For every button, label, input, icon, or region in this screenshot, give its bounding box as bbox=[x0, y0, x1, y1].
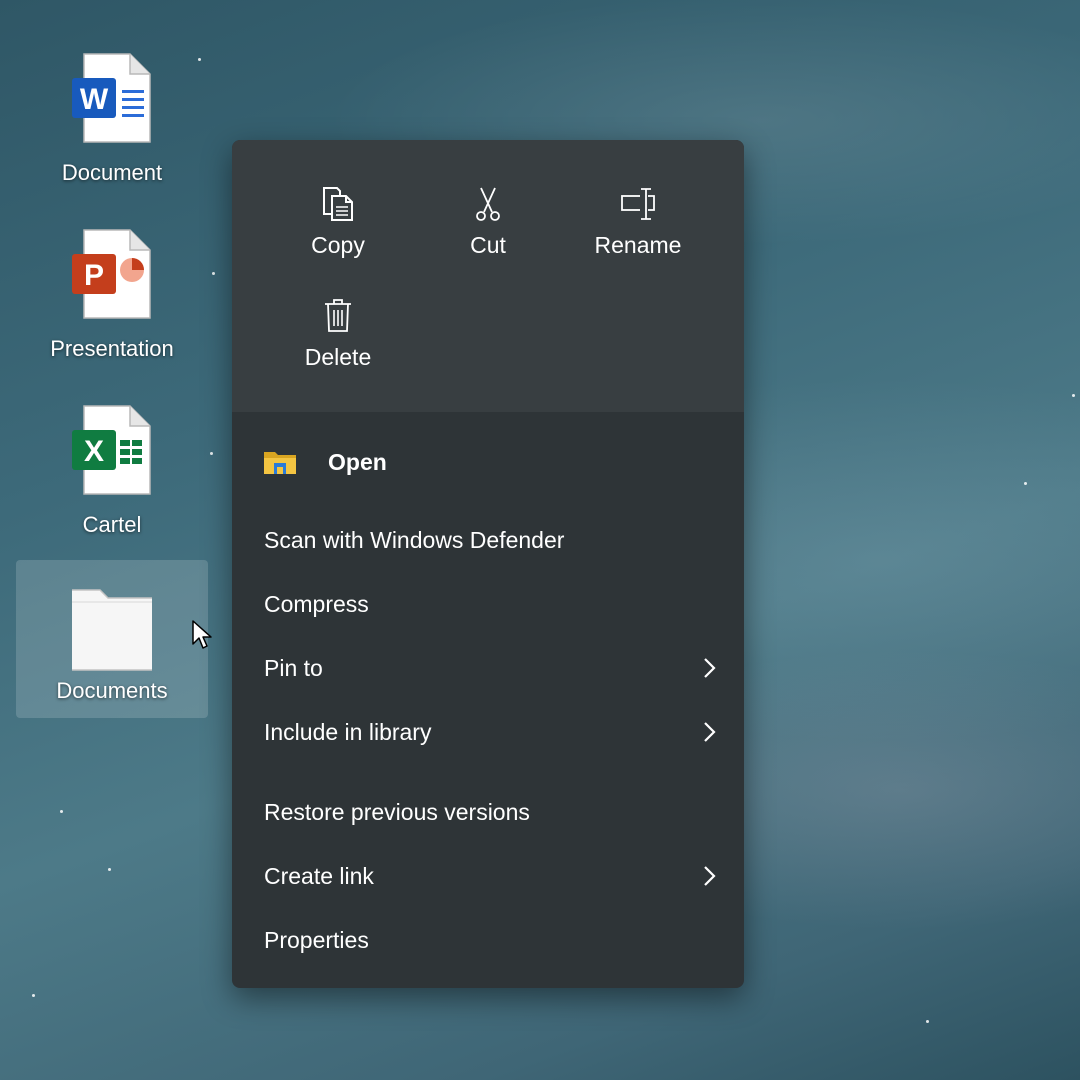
star-decoration bbox=[210, 452, 213, 455]
desktop-icon-presentation[interactable]: P Presentation bbox=[16, 218, 208, 376]
menu-item-label: Compress bbox=[264, 591, 369, 617]
delete-button[interactable]: Delete bbox=[263, 298, 413, 394]
desktop-icon-document[interactable]: W Document bbox=[16, 42, 208, 200]
context-menu: Copy Cut Rename Delete Open Scan with Wi… bbox=[232, 140, 744, 988]
mouse-cursor-icon bbox=[192, 620, 212, 649]
menu-item-label: Pin to bbox=[264, 655, 323, 681]
desktop-icon-label: Documents bbox=[56, 678, 168, 703]
scissors-icon bbox=[476, 187, 500, 221]
menu-item-pin-to[interactable]: Pin to bbox=[232, 640, 744, 696]
trash-icon bbox=[325, 299, 351, 332]
menu-item-restore-previous-versions[interactable]: Restore previous versions bbox=[232, 784, 744, 840]
delete-label: Delete bbox=[304, 344, 372, 370]
chevron-right-icon bbox=[704, 866, 716, 886]
chevron-right-icon bbox=[704, 722, 716, 742]
copy-icon bbox=[323, 187, 353, 221]
star-decoration bbox=[212, 272, 215, 275]
menu-item-label: Open bbox=[328, 449, 387, 475]
desktop-icon-cartel[interactable]: X Cartel bbox=[16, 394, 208, 552]
rename-icon bbox=[621, 188, 656, 220]
svg-text:X: X bbox=[84, 435, 104, 468]
svg-text:P: P bbox=[84, 259, 104, 292]
menu-item-label: Scan with Windows Defender bbox=[264, 527, 565, 553]
desktop-icon-documents-folder[interactable]: Documents bbox=[16, 560, 208, 718]
cut-button[interactable]: Cut bbox=[413, 186, 563, 282]
menu-item-scan-windows-defender[interactable]: Scan with Windows Defender bbox=[232, 512, 744, 568]
file-explorer-icon bbox=[264, 452, 296, 474]
excel-file-icon: X bbox=[72, 405, 151, 495]
menu-item-label: Restore previous versions bbox=[264, 799, 530, 825]
folder-icon bbox=[72, 589, 152, 671]
rename-button[interactable]: Rename bbox=[563, 186, 713, 282]
svg-text:W: W bbox=[80, 83, 109, 116]
menu-item-open[interactable]: Open bbox=[232, 434, 744, 490]
menu-item-label: Create link bbox=[264, 863, 374, 889]
menu-item-create-link[interactable]: Create link bbox=[232, 848, 744, 904]
powerpoint-file-icon: P bbox=[72, 229, 151, 319]
star-decoration bbox=[1072, 394, 1075, 397]
star-decoration bbox=[108, 868, 111, 871]
star-decoration bbox=[926, 1020, 929, 1023]
desktop-icon-label: Presentation bbox=[50, 336, 174, 361]
cut-label: Cut bbox=[470, 232, 506, 258]
desktop-icon-label: Cartel bbox=[82, 512, 142, 537]
desktop: W Document P Presentation X Cartel Docum… bbox=[0, 0, 1080, 1080]
star-decoration bbox=[32, 994, 35, 997]
desktop-icon-label: Document bbox=[61, 160, 163, 185]
menu-item-properties[interactable]: Properties bbox=[232, 912, 744, 968]
menu-item-label: Include in library bbox=[264, 719, 432, 745]
quick-actions-bar: Copy Cut Rename Delete bbox=[232, 140, 744, 412]
star-decoration bbox=[1024, 482, 1027, 485]
menu-item-include-in-library[interactable]: Include in library bbox=[232, 704, 744, 760]
copy-label: Copy bbox=[311, 232, 365, 258]
star-decoration bbox=[60, 810, 63, 813]
word-file-icon: W bbox=[72, 53, 151, 143]
menu-item-label: Properties bbox=[264, 927, 369, 953]
chevron-right-icon bbox=[704, 658, 716, 678]
copy-button[interactable]: Copy bbox=[263, 186, 413, 282]
menu-item-compress[interactable]: Compress bbox=[232, 576, 744, 632]
rename-label: Rename bbox=[594, 232, 682, 258]
